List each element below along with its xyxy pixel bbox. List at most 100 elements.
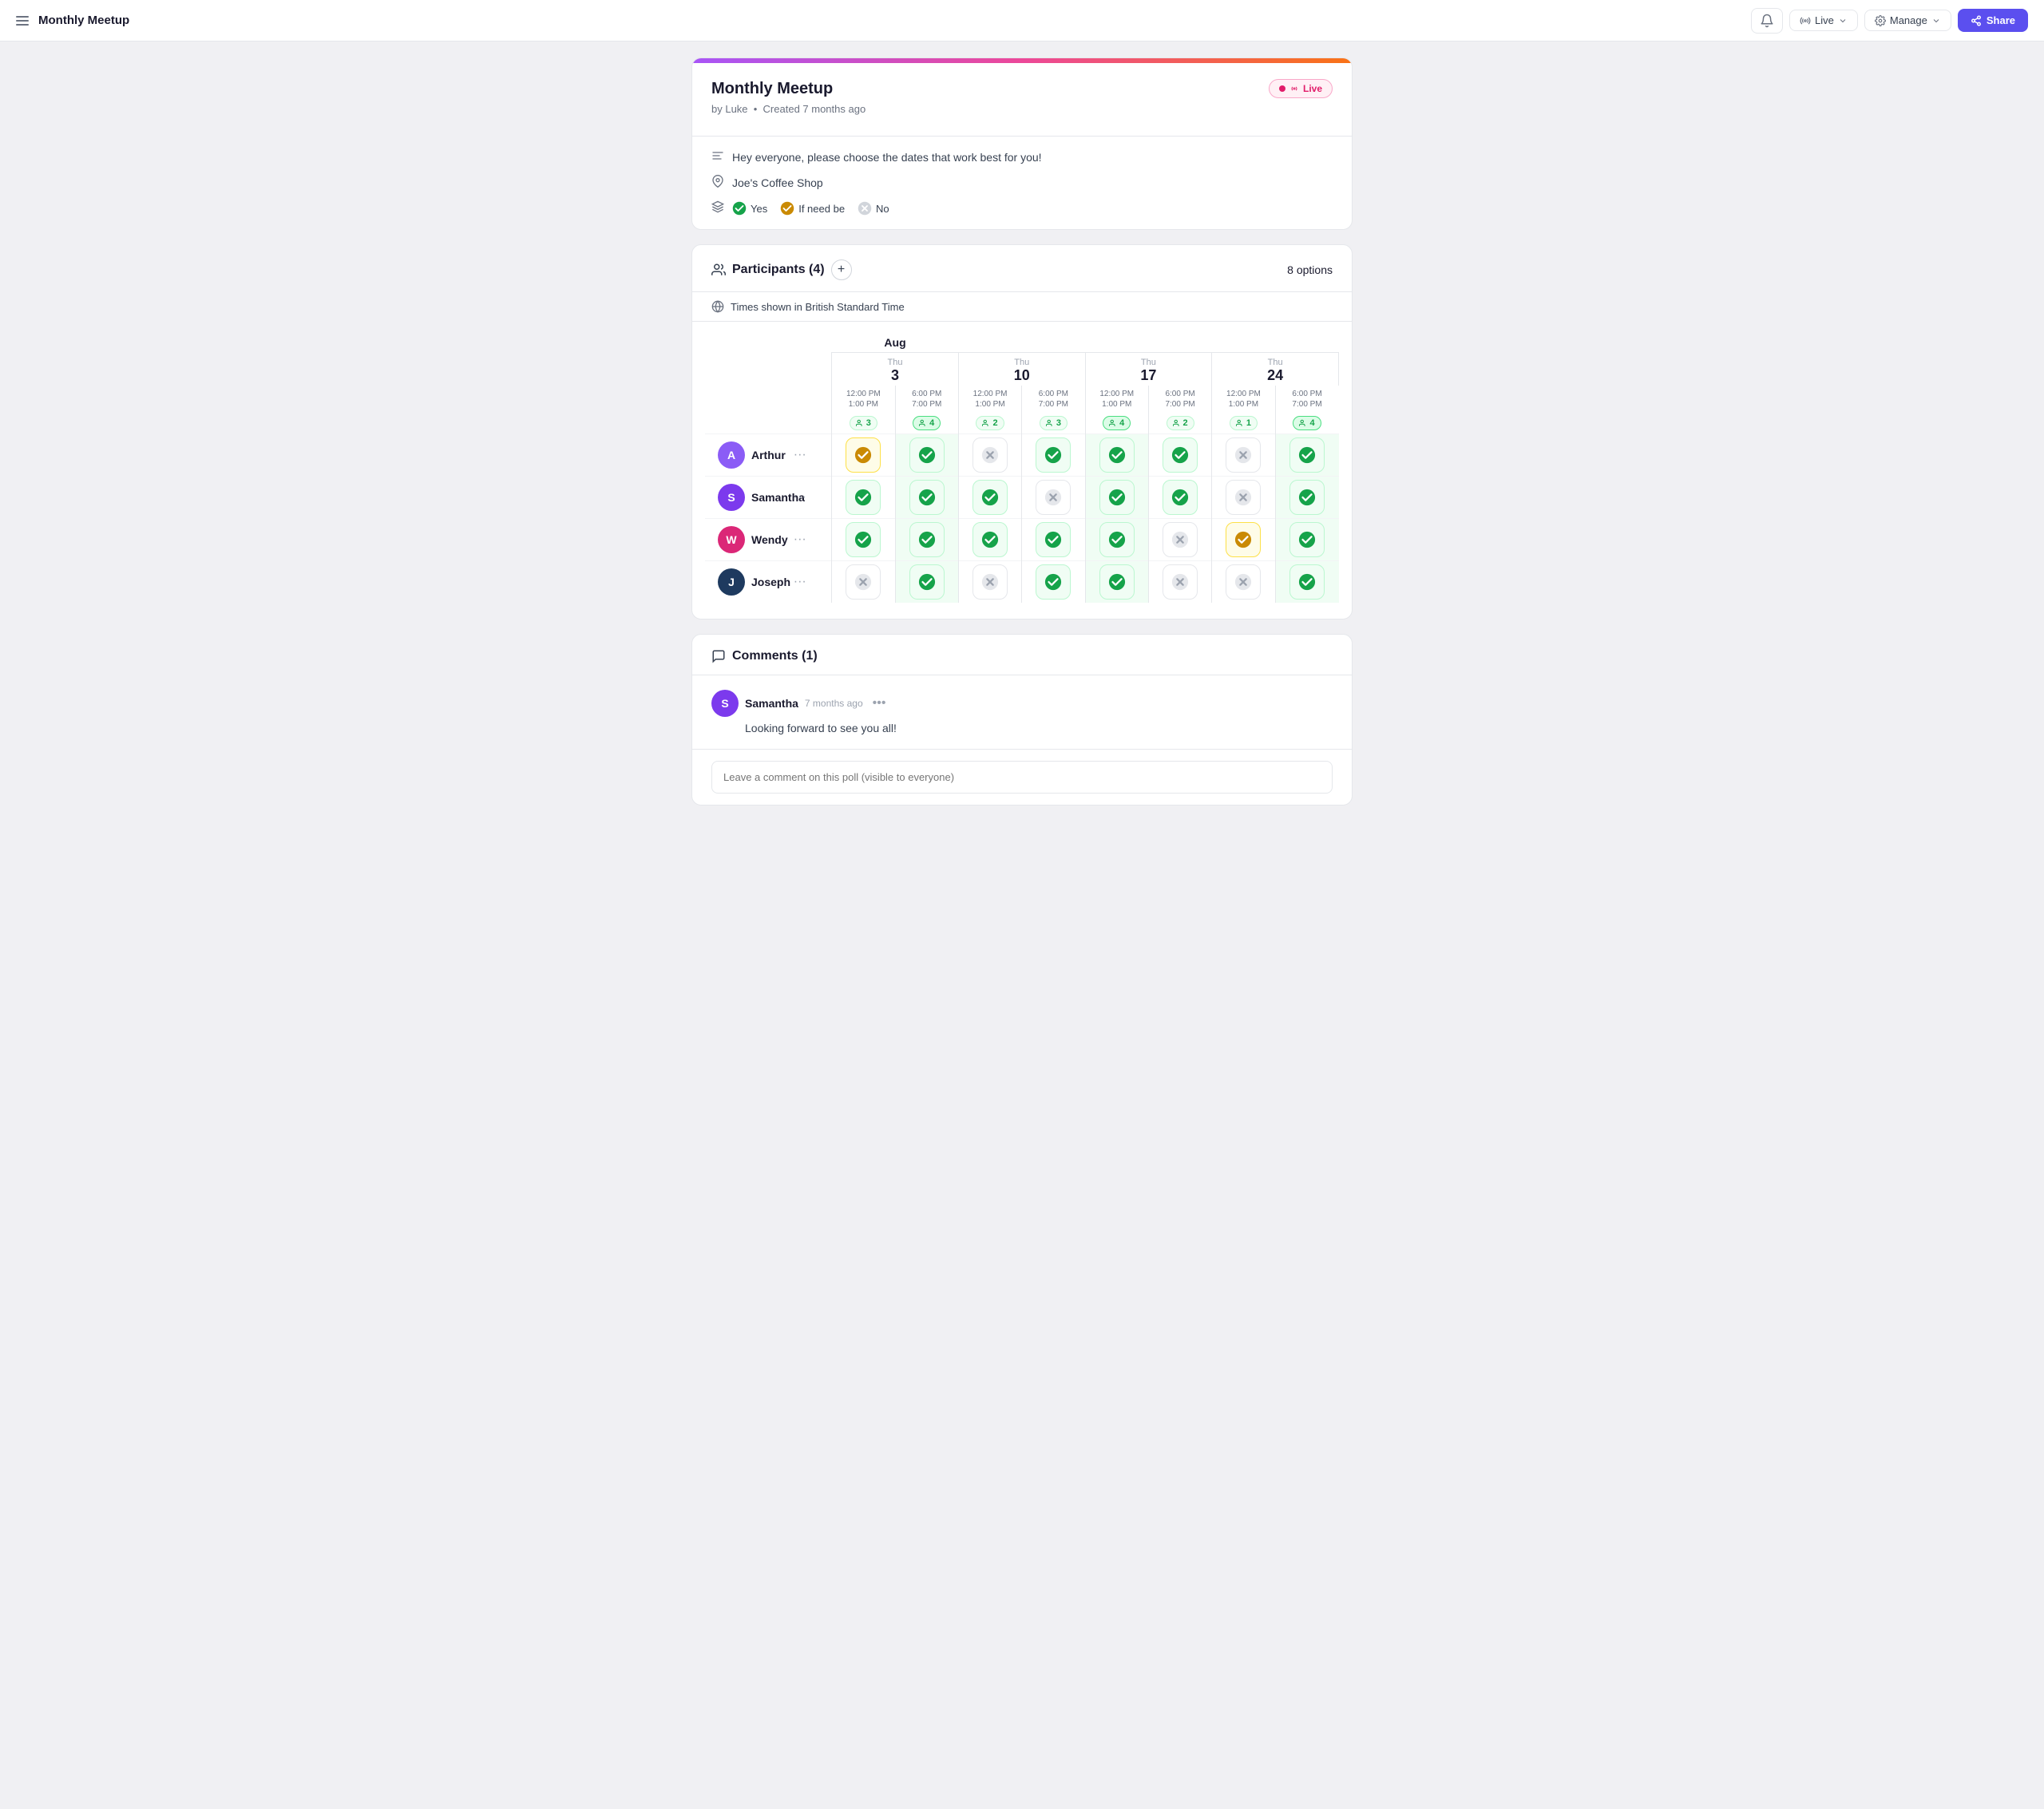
availability-cell[interactable] bbox=[1212, 434, 1275, 477]
location-row: Joe's Coffee Shop bbox=[711, 175, 1333, 191]
legend-row: Yes If need be No bbox=[711, 200, 1333, 216]
availability-cell[interactable] bbox=[1148, 434, 1211, 477]
location-icon bbox=[711, 175, 724, 191]
participant-options-button[interactable]: ··· bbox=[790, 445, 810, 465]
count-chip-5: 2 bbox=[1167, 416, 1194, 430]
availability-cell[interactable] bbox=[1212, 477, 1275, 519]
legend-no: No bbox=[858, 201, 889, 216]
count-5: 2 bbox=[1148, 413, 1211, 434]
menu-icon[interactable] bbox=[16, 16, 29, 26]
options-count: 8 options bbox=[1287, 263, 1333, 276]
availability-cell[interactable] bbox=[1275, 561, 1338, 604]
col-sep5 bbox=[1212, 330, 1275, 353]
availability-cell[interactable] bbox=[1212, 519, 1275, 561]
availability-cell[interactable] bbox=[1275, 519, 1338, 561]
description-icon bbox=[711, 149, 724, 165]
poll-title-row: Monthly Meetup Live bbox=[711, 79, 1333, 98]
availability-cell[interactable] bbox=[832, 561, 895, 604]
availability-cell[interactable] bbox=[1022, 519, 1085, 561]
avail-inner bbox=[909, 437, 945, 473]
day-spacer bbox=[705, 353, 832, 386]
avail-inner bbox=[1099, 480, 1135, 515]
participant-name-cell: A Arthur bbox=[705, 434, 768, 477]
availability-cell[interactable] bbox=[1085, 561, 1148, 604]
availability-cell[interactable] bbox=[1148, 477, 1211, 519]
availability-cell[interactable] bbox=[1275, 434, 1338, 477]
count-4: 4 bbox=[1085, 413, 1148, 434]
comment-text: Looking forward to see you all! bbox=[745, 722, 1333, 734]
availability-cell[interactable] bbox=[895, 434, 958, 477]
day-10-num: 10 bbox=[962, 367, 1082, 384]
chevron-down-icon bbox=[1838, 16, 1848, 26]
day-17-header: Thu 17 bbox=[1085, 353, 1212, 386]
count-3: 3 bbox=[1022, 413, 1085, 434]
live-button[interactable]: Live bbox=[1789, 10, 1858, 31]
availability-cell[interactable] bbox=[958, 561, 1021, 604]
participant-name-cell: W Wendy bbox=[705, 519, 768, 561]
time-3-noon: 12:00 PM1:00 PM bbox=[832, 386, 895, 413]
availability-cell[interactable] bbox=[1085, 477, 1148, 519]
day-17-name: Thu bbox=[1089, 358, 1209, 367]
avatar: A bbox=[718, 441, 745, 469]
count-chip-1: 4 bbox=[913, 416, 941, 430]
avail-inner bbox=[909, 480, 945, 515]
availability-cell[interactable] bbox=[1148, 561, 1211, 604]
availability-cell[interactable] bbox=[895, 561, 958, 604]
avail-inner bbox=[972, 522, 1008, 557]
day-24-header: Thu 24 bbox=[1212, 353, 1339, 386]
manage-button[interactable]: Manage bbox=[1864, 10, 1951, 31]
availability-cell[interactable] bbox=[1085, 434, 1148, 477]
availability-cell[interactable] bbox=[832, 477, 895, 519]
comment-options-button[interactable]: ••• bbox=[869, 693, 889, 714]
avail-inner bbox=[1036, 480, 1071, 515]
col-sep2 bbox=[1022, 330, 1085, 353]
availability-cell[interactable] bbox=[895, 519, 958, 561]
participant-options-button[interactable]: ··· bbox=[790, 572, 810, 592]
count-chip-2: 2 bbox=[976, 416, 1004, 430]
share-button[interactable]: Share bbox=[1958, 9, 2028, 32]
participant-options-button[interactable]: ··· bbox=[790, 529, 810, 550]
page-title: Monthly Meetup bbox=[38, 14, 129, 27]
availability-cell[interactable] bbox=[1022, 434, 1085, 477]
availability-cell[interactable] bbox=[958, 434, 1021, 477]
time-10-eve: 6:00 PM7:00 PM bbox=[1022, 386, 1085, 413]
avail-inner bbox=[909, 564, 945, 600]
poll-details: Hey everyone, please choose the dates th… bbox=[692, 137, 1352, 229]
availability-table: Aug Thu 3 bbox=[705, 330, 1339, 603]
availability-cell[interactable] bbox=[832, 434, 895, 477]
avail-inner bbox=[1036, 564, 1071, 600]
comments-icon bbox=[711, 649, 726, 663]
notifications-button[interactable] bbox=[1751, 8, 1783, 34]
time-17-eve: 6:00 PM7:00 PM bbox=[1148, 386, 1211, 413]
comment-input-wrap bbox=[692, 750, 1352, 805]
calendar-wrap: Aug Thu 3 bbox=[692, 322, 1352, 619]
live-label: Live bbox=[1815, 14, 1834, 26]
col-sep4 bbox=[1148, 330, 1211, 353]
avail-inner bbox=[846, 564, 881, 600]
topnav-left: Monthly Meetup bbox=[16, 14, 1741, 27]
participant-options-button[interactable]: ··· bbox=[790, 487, 810, 508]
availability-cell[interactable] bbox=[958, 519, 1021, 561]
avail-inner bbox=[846, 480, 881, 515]
day-3-header: Thu 3 bbox=[832, 353, 959, 386]
avail-inner bbox=[1226, 564, 1261, 600]
comment-input[interactable] bbox=[711, 761, 1333, 794]
availability-cell[interactable] bbox=[958, 477, 1021, 519]
day-3-num: 3 bbox=[835, 367, 955, 384]
avail-inner bbox=[1289, 437, 1325, 473]
availability-cell[interactable] bbox=[1085, 519, 1148, 561]
availability-cell[interactable] bbox=[1148, 519, 1211, 561]
time-10-noon: 12:00 PM1:00 PM bbox=[958, 386, 1021, 413]
participants-title: Participants (4) bbox=[732, 263, 825, 277]
add-participant-button[interactable]: + bbox=[831, 259, 852, 280]
availability-cell[interactable] bbox=[1212, 561, 1275, 604]
availability-cell[interactable] bbox=[1022, 561, 1085, 604]
manage-label: Manage bbox=[1890, 14, 1927, 26]
availability-cell[interactable] bbox=[1022, 477, 1085, 519]
col-sep6 bbox=[1275, 330, 1338, 353]
availability-cell[interactable] bbox=[832, 519, 895, 561]
availability-cell[interactable] bbox=[1275, 477, 1338, 519]
availability-cell[interactable] bbox=[895, 477, 958, 519]
avail-inner bbox=[1289, 564, 1325, 600]
count-spacer bbox=[705, 413, 832, 434]
